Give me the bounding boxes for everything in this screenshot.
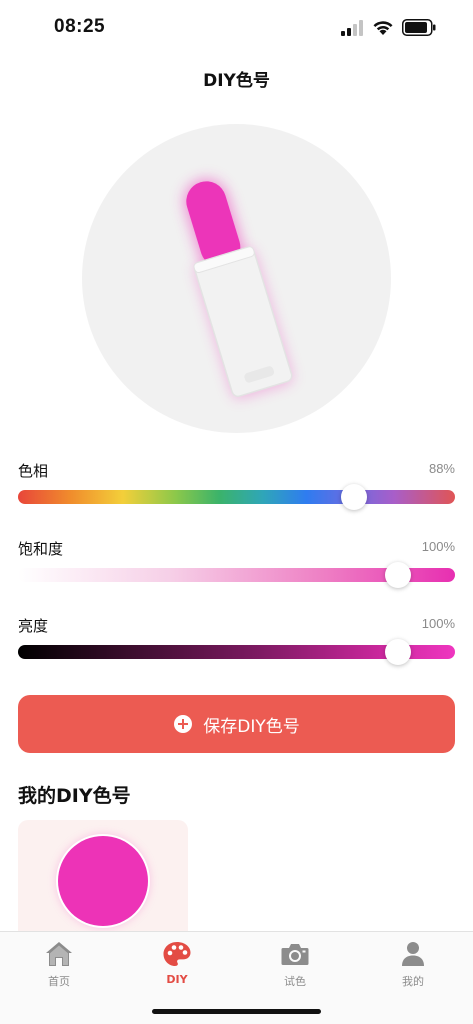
tab-diy-label: DIY [166, 973, 188, 986]
saturation-value: 100% [421, 539, 455, 554]
brightness-value: 100% [421, 616, 455, 631]
tab-try-color[interactable]: 试色 [255, 940, 335, 990]
home-icon [46, 942, 72, 966]
palette-icon [163, 942, 191, 966]
tab-mine-label: 我的 [402, 975, 424, 988]
hue-thumb[interactable] [341, 484, 368, 510]
wifi-icon [373, 21, 393, 35]
hue-track[interactable] [18, 490, 455, 504]
saturation-label: 饱和度 [18, 540, 64, 558]
save-diy-color-button[interactable]: 保存DIY色号 [18, 695, 455, 753]
hue-value: 88% [428, 461, 455, 476]
save-button-label: 保存DIY色号 [203, 716, 300, 737]
cellular-signal-icon [341, 20, 363, 36]
camera-icon [281, 944, 309, 965]
lipstick-preview [82, 124, 391, 433]
tab-home[interactable]: 首页 [19, 940, 99, 990]
tab-try-color-label: 试色 [284, 975, 306, 988]
saved-color-swatch [58, 836, 148, 926]
tab-mine[interactable]: 我的 [373, 940, 453, 990]
tab-diy[interactable]: DIY [137, 940, 217, 990]
saturation-thumb[interactable] [385, 562, 412, 588]
tab-home-label: 首页 [48, 975, 70, 988]
page-title: DIY色号 [203, 71, 270, 91]
brightness-thumb[interactable] [385, 639, 412, 665]
my-colors-title: 我的DIY色号 [18, 785, 131, 807]
brightness-label: 亮度 [18, 617, 49, 635]
hue-label: 色相 [18, 462, 49, 480]
battery-icon [402, 19, 436, 36]
saved-color-card[interactable] [18, 820, 188, 932]
status-time: 08:25 [54, 16, 106, 37]
home-indicator [152, 1009, 321, 1014]
lipstick-icon [184, 179, 293, 399]
status-bar: 08:25 [0, 0, 473, 56]
person-icon [402, 942, 424, 966]
plus-circle-icon [174, 715, 193, 733]
